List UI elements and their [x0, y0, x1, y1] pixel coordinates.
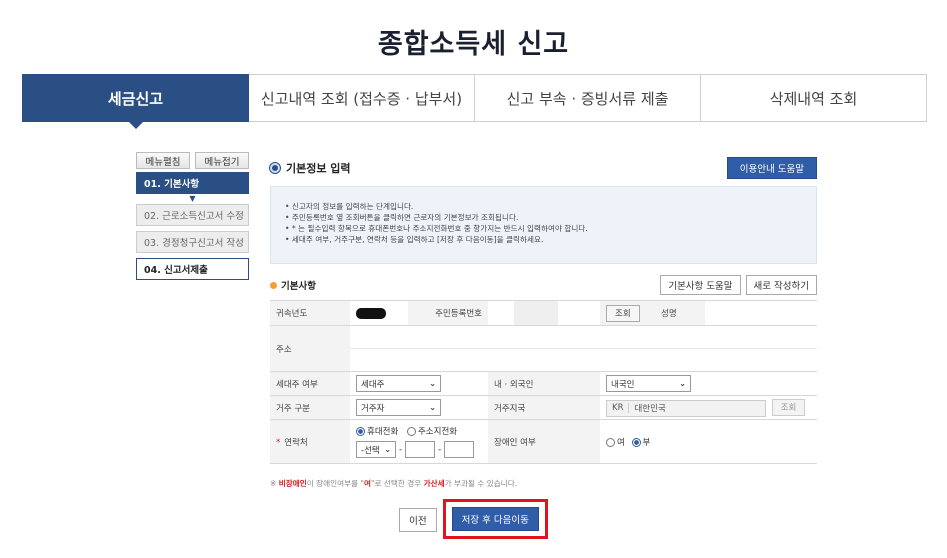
side-menu-controls: 메뉴펼침 메뉴접기	[136, 152, 249, 169]
guide-line: * 는 필수입력 항목으로 휴대폰번호나 주소지전화번호 중 항가지는 반드시 …	[285, 223, 804, 234]
household-head-cell: 세대주 ⌄	[350, 371, 488, 396]
radio-home-label: 주소지전화	[417, 427, 458, 437]
address-value	[350, 325, 817, 372]
household-head-label: 세대주 여부	[270, 371, 350, 396]
residence-cell: 거주자 ⌄	[350, 395, 488, 420]
menu-expand-button[interactable]: 메뉴펼침	[136, 152, 190, 169]
residence-select[interactable]: 거주자 ⌄	[356, 399, 441, 416]
form-row: 귀속년도 주민등록번호 조회 성명	[270, 300, 817, 326]
side-menu: 메뉴펼침 메뉴접기 01. 기본사항 ▼ 02. 근로소득신고서 수정 03. …	[136, 152, 249, 280]
basic-title-text: 기본사항	[281, 281, 316, 292]
residence-label: 거주 구분	[270, 395, 350, 420]
guide-line: 신고자의 정보를 입력하는 단계입니다.	[285, 201, 804, 212]
chevron-down-icon: ⌄	[429, 403, 436, 412]
radio-mobile[interactable]	[356, 427, 365, 436]
country-lookup-button[interactable]: 조회	[771, 398, 806, 416]
bullet-icon	[270, 281, 277, 289]
form-row: 세대주 여부 세대주 ⌄ 내 · 외국인 내국인 ⌄	[270, 371, 817, 396]
save-next-button[interactable]: 저장 후 다음이동	[451, 507, 539, 531]
ssn-field[interactable]	[488, 301, 600, 325]
basic-actions: 기본사항 도움말 새로 작성하기	[655, 275, 817, 295]
page-title: 종합소득세 신고	[377, 29, 570, 60]
country-field: KR 대한민국	[606, 399, 766, 417]
year-value	[350, 300, 408, 326]
household-head-select[interactable]: 세대주 ⌄	[356, 375, 441, 392]
ssn-lookup-button[interactable]: 조회	[606, 304, 640, 322]
menu-collapse-button[interactable]: 메뉴접기	[195, 152, 249, 169]
ssn-label: 주민등록번호	[408, 300, 488, 326]
name-value	[705, 300, 817, 326]
section-header: 기본정보 입력 이용안내 도움말	[270, 154, 817, 182]
basic-title: 기본사항	[270, 278, 316, 292]
prev-button[interactable]: 이전	[399, 508, 437, 532]
contact-cell: 휴대전화 주소지전화 -선택 ⌄ - -	[350, 419, 488, 464]
phone-type-group: 휴대전화 주소지전화	[356, 425, 482, 437]
nationality-select[interactable]: 내국인 ⌄	[606, 375, 691, 392]
tab-deleted-history[interactable]: 삭제내역 조회	[701, 74, 927, 122]
contact-label: 연락처	[284, 437, 308, 448]
bottom-buttons: 이전 저장 후 다음이동	[0, 499, 947, 539]
form-row: 거주 구분 거주자 ⌄ 거주지국 KR 대한민국 조회	[270, 395, 817, 420]
radio-disabled-yes[interactable]	[606, 437, 615, 447]
page: 종합소득세 신고 세금신고 신고내역 조회 (접수증 · 납부서) 신고 부속 …	[0, 0, 947, 558]
step-submit[interactable]: 04. 신고서제출	[136, 258, 249, 280]
phone-middle-input[interactable]	[405, 441, 436, 458]
contact-label-cell: * 연락처	[270, 419, 350, 464]
guide-box: 신고자의 정보를 입력하는 단계입니다. 주민등록번호 옆 조회버튼을 클릭하면…	[270, 186, 817, 264]
section-title: 기본정보 입력	[270, 160, 351, 176]
country-label: 거주지국	[488, 395, 600, 420]
new-form-button[interactable]: 새로 작성하기	[745, 275, 817, 295]
penalty-note: ※ 비장애인이 장애인여부를 "여"로 선택한 경우 가산세가 부과될 수 있습…	[270, 479, 518, 488]
step-edit-return[interactable]: 02. 근로소득신고서 수정	[136, 204, 249, 226]
disabled-cell: 여 부	[600, 419, 817, 464]
bullet-icon	[270, 163, 280, 173]
radio-disabled-no-label: 부	[642, 437, 651, 448]
main-content: 기본정보 입력 이용안내 도움말 신고자의 정보를 입력하는 단계입니다. 주민…	[270, 154, 817, 489]
tab-filing-history[interactable]: 신고내역 조회 (접수증 · 납부서)	[249, 74, 475, 122]
phone-input-group: -선택 ⌄ - -	[356, 441, 482, 458]
ssn-value	[488, 300, 600, 326]
country-code: KR	[607, 403, 630, 413]
redacted-value	[356, 307, 386, 319]
phone-last-input[interactable]	[444, 441, 475, 458]
radio-disabled-no[interactable]	[631, 437, 641, 447]
radio-mobile-label: 휴대전화	[367, 427, 399, 437]
guide-line: 주민등록번호 옆 조회버튼을 클릭하면 근로자의 기본정보가 조회됩니다.	[285, 212, 804, 223]
usage-help-button[interactable]: 이용안내 도움말	[726, 157, 817, 179]
guide-line: 세대주 여부, 거주구분, 연락처 등을 입력하고 [저장 후 다음이동]을 클…	[285, 234, 804, 245]
tab-attachment-submit[interactable]: 신고 부속 · 증빙서류 제출	[475, 74, 701, 122]
disabled-label: 장애인 여부	[488, 419, 600, 464]
chevron-down-icon: ⌄	[429, 379, 436, 388]
chevron-down-icon: ⌄	[384, 445, 391, 454]
basic-header: 기본사항 기본사항 도움말 새로 작성하기	[270, 274, 817, 296]
radio-home[interactable]	[406, 427, 416, 436]
basic-help-button[interactable]: 기본사항 도움말	[660, 275, 741, 295]
section-title-text: 기본정보 입력	[286, 162, 351, 175]
form-row: * 연락처 휴대전화 주소지전화 -선택 ⌄ - - 장애인 여부 여 부	[270, 419, 817, 464]
nationality-label: 내 · 외국인	[488, 371, 600, 396]
address-line-2[interactable]	[350, 349, 817, 371]
step-basic-info[interactable]: 01. 기본사항	[136, 172, 249, 194]
country-cell: KR 대한민국 조회	[600, 395, 817, 420]
nationality-cell: 내국인 ⌄	[600, 371, 817, 396]
arrow-down-icon: ▼	[189, 194, 196, 203]
main-tabs: 세금신고 신고내역 조회 (접수증 · 납부서) 신고 부속 · 증빙서류 제출…	[22, 74, 927, 129]
required-mark: *	[276, 437, 281, 448]
radio-disabled-yes-label: 여	[617, 437, 625, 448]
form-row: 주소	[270, 325, 817, 372]
address-line-1[interactable]	[350, 326, 817, 349]
highlight-box: 저장 후 다음이동	[442, 499, 548, 539]
chevron-down-icon: ⌄	[679, 379, 686, 388]
tab-tax-filing[interactable]: 세금신고	[22, 74, 249, 129]
step-correction-claim[interactable]: 03. 경정청구신고서 작성	[136, 231, 249, 253]
name-label: 성명	[655, 300, 705, 326]
year-label: 귀속년도	[270, 300, 350, 326]
country-name: 대한민국	[634, 404, 666, 414]
address-label: 주소	[270, 325, 350, 372]
basic-form: 귀속년도 주민등록번호 조회 성명 주소 세대주 여부 세대주 ⌄ 내 · 외국…	[270, 300, 817, 464]
ssn-lookup-cell: 조회	[600, 300, 655, 326]
phone-prefix-select[interactable]: -선택 ⌄	[356, 441, 396, 458]
